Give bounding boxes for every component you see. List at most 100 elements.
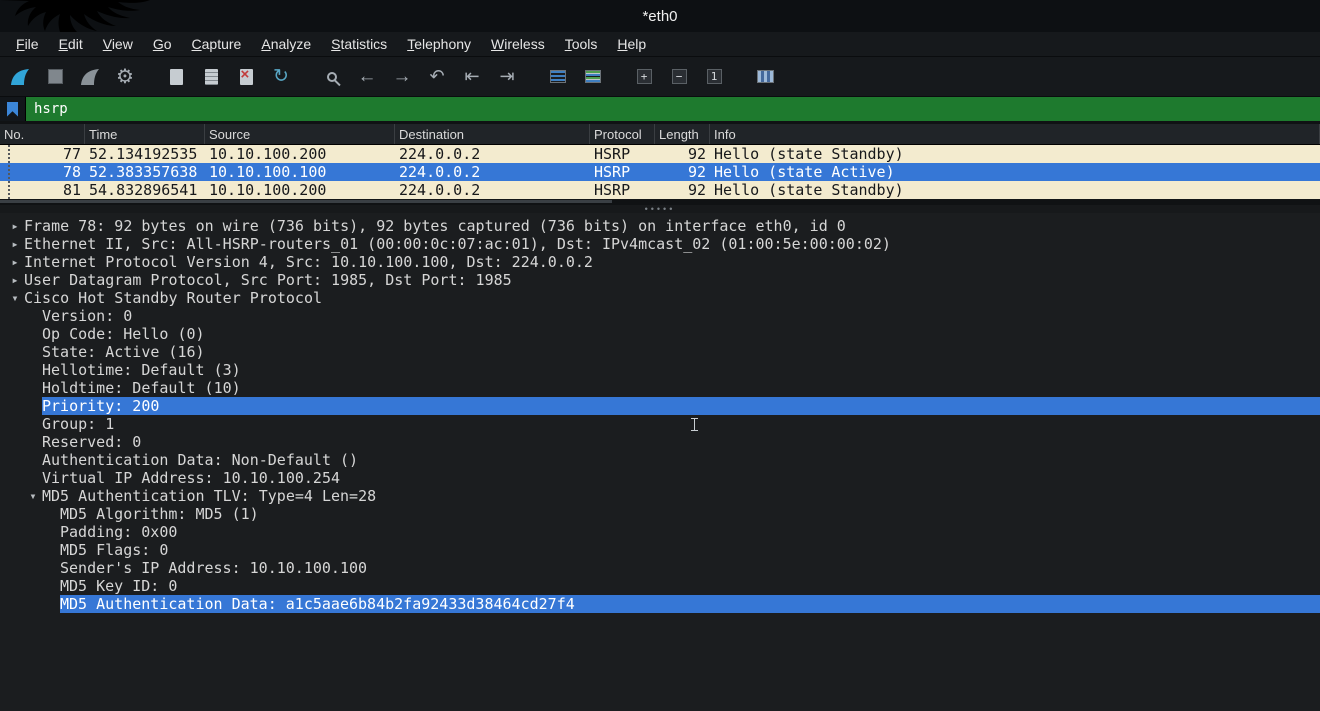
- detail-line-udp[interactable]: User Datagram Protocol, Src Port: 1985, …: [0, 271, 1320, 289]
- close-file-button[interactable]: ×: [234, 65, 258, 89]
- go-last-packet-button[interactable]: [495, 65, 519, 89]
- auto-scroll-button[interactable]: [546, 65, 570, 89]
- detail-line-priority-selected[interactable]: Priority: 200: [0, 397, 1320, 415]
- packet-row-78-selected[interactable]: 78 52.383357638 10.10.100.100 224.0.0.2 …: [0, 163, 1320, 181]
- detail-line-md5-flags[interactable]: MD5 Flags: 0: [0, 541, 1320, 559]
- cell-time: 54.832896541: [85, 181, 205, 199]
- start-capture-button[interactable]: [8, 65, 32, 89]
- indent-spacer: [24, 595, 42, 613]
- splitter-grip-icon: •••••: [645, 205, 676, 213]
- detail-line-group[interactable]: Group: 1: [0, 415, 1320, 433]
- filter-bookmark-button[interactable]: [0, 97, 26, 121]
- pane-splitter[interactable]: •••••: [0, 205, 1320, 213]
- cell-source: 10.10.100.100: [205, 163, 395, 181]
- column-header-length[interactable]: Length: [655, 124, 710, 144]
- detail-line-padding[interactable]: Padding: 0x00: [0, 523, 1320, 541]
- detail-line-state[interactable]: State: Active (16): [0, 343, 1320, 361]
- detail-line-md5-algorithm[interactable]: MD5 Algorithm: MD5 (1): [0, 505, 1320, 523]
- find-packet-button[interactable]: [320, 65, 344, 89]
- menu-telephony[interactable]: Telephony: [397, 33, 481, 55]
- reload-file-button[interactable]: [269, 65, 293, 89]
- column-header-protocol[interactable]: Protocol: [590, 124, 655, 144]
- cell-info: Hello (state Standby): [710, 145, 1320, 163]
- detail-line-holdtime[interactable]: Holdtime: Default (10): [0, 379, 1320, 397]
- display-filter-bar: [0, 97, 1320, 124]
- menu-edit[interactable]: Edit: [49, 33, 93, 55]
- expand-icon[interactable]: [6, 271, 24, 289]
- packet-row-81[interactable]: 81 54.832896541 10.10.100.200 224.0.0.2 …: [0, 181, 1320, 199]
- restart-capture-button[interactable]: [78, 65, 102, 89]
- indent-spacer: [42, 559, 60, 577]
- column-header-info[interactable]: Info: [710, 124, 1320, 144]
- detail-line-reserved[interactable]: Reserved: 0: [0, 433, 1320, 451]
- detail-line-virtual-ip[interactable]: Virtual IP Address: 10.10.100.254: [0, 469, 1320, 487]
- go-forward-button[interactable]: [390, 65, 414, 89]
- collapse-icon[interactable]: [24, 487, 42, 505]
- indent-spacer: [24, 433, 42, 451]
- menu-file[interactable]: File: [6, 33, 49, 55]
- indent-spacer: [24, 523, 42, 541]
- indent-spacer: [6, 505, 24, 523]
- zoom-original-icon: [703, 66, 725, 88]
- detail-line-opcode[interactable]: Op Code: Hello (0): [0, 325, 1320, 343]
- menu-go[interactable]: Go: [143, 33, 182, 55]
- expand-icon[interactable]: [6, 253, 24, 271]
- zoom-original-button[interactable]: [702, 65, 726, 89]
- expand-icon[interactable]: [6, 235, 24, 253]
- colorize-button[interactable]: [581, 65, 605, 89]
- indent-spacer: [24, 541, 42, 559]
- indent-spacer: [42, 541, 60, 559]
- zoom-in-button[interactable]: [632, 65, 656, 89]
- detail-line-hellotime[interactable]: Hellotime: Default (3): [0, 361, 1320, 379]
- indent-spacer: [42, 505, 60, 523]
- menu-tools[interactable]: Tools: [555, 33, 608, 55]
- cell-destination: 224.0.0.2: [395, 181, 590, 199]
- stop-capture-button[interactable]: [43, 65, 67, 89]
- detail-line-version[interactable]: Version: 0: [0, 307, 1320, 325]
- menu-help[interactable]: Help: [607, 33, 656, 55]
- expand-icon[interactable]: [6, 217, 24, 235]
- detail-line-md5-key-id[interactable]: MD5 Key ID: 0: [0, 577, 1320, 595]
- column-header-no[interactable]: No.: [0, 124, 85, 144]
- cell-destination: 224.0.0.2: [395, 163, 590, 181]
- detail-line-auth-data[interactable]: Authentication Data: Non-Default (): [0, 451, 1320, 469]
- forward-arrow-icon: [391, 66, 413, 88]
- search-icon: [321, 66, 343, 88]
- go-first-packet-button[interactable]: [460, 65, 484, 89]
- column-header-time[interactable]: Time: [85, 124, 205, 144]
- go-to-packet-icon: [426, 66, 448, 88]
- packet-row-77[interactable]: 77 52.134192535 10.10.100.200 224.0.0.2 …: [0, 145, 1320, 163]
- detail-line-ip[interactable]: Internet Protocol Version 4, Src: 10.10.…: [0, 253, 1320, 271]
- capture-options-button[interactable]: [113, 65, 137, 89]
- indent-spacer: [6, 469, 24, 487]
- detail-line-md5-auth-data-selected[interactable]: MD5 Authentication Data: a1c5aae6b84b2fa…: [0, 595, 1320, 613]
- zoom-out-button[interactable]: [667, 65, 691, 89]
- menu-view[interactable]: View: [93, 33, 143, 55]
- save-file-button[interactable]: [199, 65, 223, 89]
- detail-line-md5-tlv[interactable]: MD5 Authentication TLV: Type=4 Len=28: [0, 487, 1320, 505]
- column-header-source[interactable]: Source: [205, 124, 395, 144]
- cell-source: 10.10.100.200: [205, 181, 395, 199]
- packet-details-pane: Frame 78: 92 bytes on wire (736 bits), 9…: [0, 213, 1320, 711]
- collapse-icon[interactable]: [6, 289, 24, 307]
- menu-analyze[interactable]: Analyze: [251, 33, 321, 55]
- open-file-button[interactable]: [164, 65, 188, 89]
- detail-line-ethernet[interactable]: Ethernet II, Src: All-HSRP-routers_01 (0…: [0, 235, 1320, 253]
- reload-icon: [270, 66, 292, 88]
- title-bar: *eth0: [0, 0, 1320, 32]
- cell-length: 92: [655, 181, 710, 199]
- column-header-destination[interactable]: Destination: [395, 124, 590, 144]
- resize-columns-button[interactable]: [753, 65, 777, 89]
- detail-line-hsrp[interactable]: Cisco Hot Standby Router Protocol: [0, 289, 1320, 307]
- menu-capture[interactable]: Capture: [182, 33, 252, 55]
- indent-spacer: [6, 325, 24, 343]
- detail-line-frame[interactable]: Frame 78: 92 bytes on wire (736 bits), 9…: [0, 217, 1320, 235]
- menu-wireless[interactable]: Wireless: [481, 33, 555, 55]
- go-back-button[interactable]: [355, 65, 379, 89]
- go-to-packet-button[interactable]: [425, 65, 449, 89]
- detail-line-sender-ip[interactable]: Sender's IP Address: 10.10.100.100: [0, 559, 1320, 577]
- menu-statistics[interactable]: Statistics: [321, 33, 397, 55]
- scrollbar-handle[interactable]: [0, 200, 612, 203]
- display-filter-input[interactable]: [26, 97, 1320, 121]
- indent-spacer: [6, 361, 24, 379]
